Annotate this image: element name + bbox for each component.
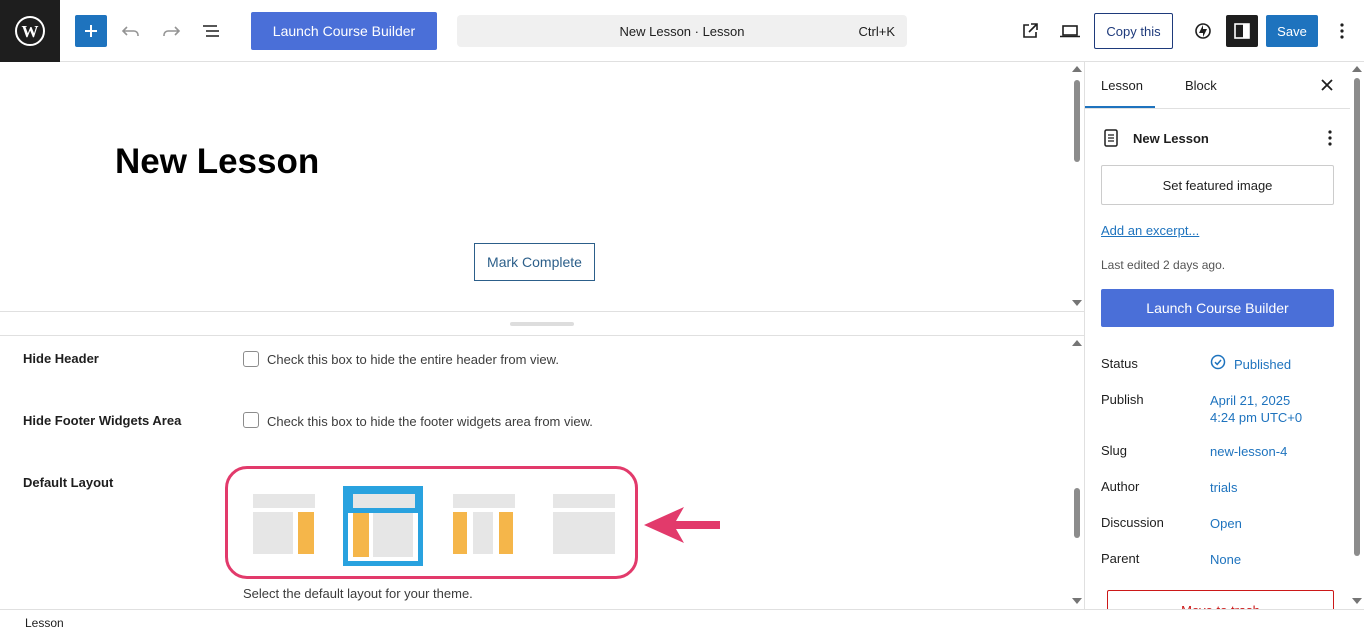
- status-label: Status: [1101, 356, 1138, 371]
- view-post-button[interactable]: [1016, 15, 1044, 47]
- save-button[interactable]: Save: [1266, 15, 1318, 47]
- published-check-icon: [1210, 354, 1226, 370]
- hide-footer-widgets-checkbox[interactable]: [243, 412, 259, 428]
- document-title: New Lesson · Lesson: [619, 24, 745, 39]
- scroll-down-arrow-icon[interactable]: [1072, 300, 1082, 306]
- sidebar-launch-course-builder-button[interactable]: Launch Course Builder: [1101, 289, 1334, 327]
- editor-footer: Lesson: [0, 609, 1364, 631]
- block-inserter-button[interactable]: [75, 15, 107, 47]
- document-overview-button[interactable]: [197, 15, 225, 47]
- mark-complete-button[interactable]: Mark Complete: [474, 243, 595, 281]
- hide-header-label: Hide Header: [23, 351, 99, 366]
- hide-footer-widgets-description: Check this box to hide the footer widget…: [267, 414, 593, 429]
- move-to-trash-button[interactable]: Move to trash: [1107, 590, 1334, 609]
- parent-label: Parent: [1101, 551, 1140, 566]
- resize-handle[interactable]: [510, 322, 574, 326]
- discussion-label: Discussion: [1101, 515, 1164, 530]
- wordpress-logo-icon[interactable]: W: [0, 0, 60, 62]
- options-menu-button[interactable]: [1328, 15, 1356, 47]
- redo-icon: [163, 26, 181, 36]
- layout-option-right-sidebar[interactable]: [243, 486, 323, 566]
- publish-label: Publish: [1101, 392, 1144, 407]
- preview-button[interactable]: [1056, 15, 1084, 47]
- slug-value[interactable]: new-lesson-4: [1210, 443, 1287, 460]
- vertical-ellipsis-icon: [1340, 23, 1344, 39]
- sidebar-scroll-down-arrow-icon[interactable]: [1352, 598, 1362, 604]
- last-edited-text: Last edited 2 days ago.: [1101, 258, 1226, 272]
- hide-footer-widgets-label: Hide Footer Widgets Area: [23, 413, 182, 428]
- document-title: New Lesson: [1133, 131, 1209, 146]
- publish-time-value[interactable]: 4:24 pm UTC+0: [1210, 409, 1302, 426]
- jetpack-icon: [1195, 23, 1211, 39]
- sidebar-tabs: Lesson Block: [1085, 62, 1350, 109]
- undo-icon: [121, 26, 139, 36]
- sidebar-scroll-up-arrow-icon[interactable]: [1352, 66, 1362, 72]
- meta-scrollbar-thumb[interactable]: [1074, 488, 1080, 538]
- canvas-scrollbar-thumb[interactable]: [1074, 80, 1080, 162]
- hide-header-description: Check this box to hide the entire header…: [267, 352, 559, 367]
- set-featured-image-button[interactable]: Set featured image: [1101, 165, 1334, 205]
- active-tab-indicator: [1085, 106, 1155, 108]
- tab-block[interactable]: Block: [1185, 78, 1217, 93]
- parent-value[interactable]: None: [1210, 551, 1241, 568]
- slug-label: Slug: [1101, 443, 1128, 458]
- hide-header-checkbox[interactable]: [243, 351, 259, 367]
- vertical-ellipsis-icon[interactable]: [1323, 128, 1337, 148]
- sidebar-scrollbar[interactable]: [1350, 62, 1364, 609]
- pointer-arrow-icon: [644, 507, 720, 543]
- laptop-icon: [1060, 25, 1080, 38]
- default-layout-label: Default Layout: [23, 475, 114, 490]
- meta-boxes-panel: Hide Header Check this box to hide the e…: [0, 336, 1070, 609]
- publish-date-value[interactable]: April 21, 2025: [1210, 392, 1290, 409]
- command-palette-bar[interactable]: New Lesson · Lesson Ctrl+K: [457, 15, 907, 47]
- block-breadcrumb[interactable]: Lesson: [25, 616, 64, 630]
- author-label: Author: [1101, 479, 1140, 494]
- meta-boxes-resize-bar[interactable]: [0, 311, 1084, 336]
- add-excerpt-link[interactable]: Add an excerpt...: [1101, 223, 1199, 238]
- list-view-icon: [203, 25, 219, 37]
- sidebar-scrollbar-thumb[interactable]: [1354, 78, 1360, 556]
- svg-text:W: W: [22, 22, 39, 41]
- document-icon: [1104, 129, 1118, 147]
- editor-toolbar: W Launch Course Builder New Lesson · Les…: [0, 0, 1364, 62]
- status-value[interactable]: Published: [1234, 356, 1291, 373]
- settings-sidebar: Lesson Block New Lesson Set featured ima…: [1084, 62, 1350, 609]
- jetpack-button[interactable]: [1189, 15, 1217, 47]
- launch-course-builder-button[interactable]: Launch Course Builder: [251, 12, 437, 50]
- scroll-up-arrow-icon[interactable]: [1072, 66, 1082, 72]
- author-value[interactable]: trials: [1210, 479, 1237, 496]
- document-summary: New Lesson: [1101, 128, 1337, 148]
- editor-canvas: New Lesson Mark Complete: [0, 62, 1070, 311]
- external-link-icon: [1023, 23, 1038, 38]
- sidebar-toggle-icon: [1234, 23, 1250, 39]
- copy-this-button[interactable]: Copy this: [1094, 13, 1173, 49]
- default-layout-description: Select the default layout for your theme…: [243, 586, 473, 601]
- post-title[interactable]: New Lesson: [115, 142, 319, 182]
- keyboard-shortcut: Ctrl+K: [858, 24, 895, 39]
- tab-lesson[interactable]: Lesson: [1101, 78, 1143, 93]
- meta-scroll-down-arrow-icon[interactable]: [1072, 598, 1082, 604]
- layout-option-both-sidebars[interactable]: [443, 486, 523, 566]
- layout-option-no-sidebar[interactable]: [543, 486, 623, 566]
- close-icon[interactable]: [1317, 75, 1337, 95]
- undo-button[interactable]: [117, 15, 145, 47]
- discussion-value[interactable]: Open: [1210, 515, 1242, 532]
- layout-option-left-sidebar[interactable]: [343, 486, 423, 566]
- canvas-scrollbar[interactable]: [1070, 62, 1084, 311]
- meta-scroll-up-arrow-icon[interactable]: [1072, 340, 1082, 346]
- settings-sidebar-toggle[interactable]: [1226, 15, 1258, 47]
- plus-icon: [85, 25, 97, 37]
- redo-button[interactable]: [157, 15, 185, 47]
- meta-scrollbar[interactable]: [1070, 336, 1084, 609]
